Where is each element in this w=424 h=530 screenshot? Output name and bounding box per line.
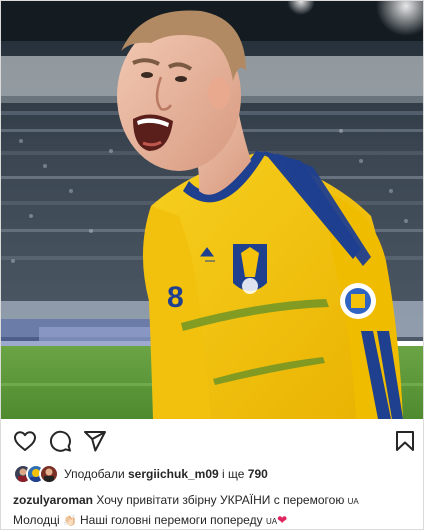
likes-middle: і ще: [218, 467, 248, 481]
share-button[interactable]: [83, 429, 107, 453]
post-photo[interactable]: 8: [1, 1, 423, 419]
like-button[interactable]: [13, 429, 37, 453]
jersey-number: 8: [167, 281, 184, 314]
author-username-link[interactable]: zozulyaroman: [13, 493, 93, 507]
liker-avatars[interactable]: [13, 464, 59, 484]
caption-text: Хочу привітати збірну УКРАЇНИ с перемого…: [93, 493, 348, 507]
save-button[interactable]: [393, 429, 417, 453]
caption-line-1: zozulyaroman Хочу привітати збірну УКРАЇ…: [13, 491, 417, 511]
post-action-bar: [1, 419, 423, 463]
caption-text: Молодці: [13, 513, 63, 527]
likes-row: Уподобали sergiichuk_m09 і ще 790: [13, 463, 268, 485]
likes-prefix: Уподобали: [64, 467, 128, 481]
football-player-photo: 8: [1, 1, 423, 419]
team-crest-icon: [233, 244, 267, 294]
heart-outline-icon: [14, 431, 36, 451]
ukraine-flag-emoji: UA: [347, 497, 359, 506]
red-heart-emoji: ❤: [277, 513, 288, 527]
caption-text: Наші головні перемоги попереду: [76, 513, 266, 527]
bookmark-icon: [396, 431, 414, 451]
post-caption: zozulyaroman Хочу привітати збірну УКРАЇ…: [13, 491, 417, 530]
likes-summary: Уподобали sergiichuk_m09 і ще 790: [64, 467, 268, 481]
clapping-hands-emoji: 👏🏻: [62, 514, 77, 527]
caption-line-2: Молодці 👏🏻 Наші головні перемоги поперед…: [13, 511, 417, 530]
comment-button[interactable]: [48, 429, 72, 453]
comment-bubble-icon: [49, 430, 71, 452]
ukraine-flag-emoji: UA: [265, 517, 278, 526]
avatar: [39, 464, 59, 484]
likes-count-link[interactable]: 790: [248, 467, 268, 481]
instagram-post: 8 Уподобали sergiichuk_m09 і ще 790 zozu…: [0, 0, 424, 530]
paper-plane-icon: [84, 431, 106, 452]
liker-username-link[interactable]: sergiichuk_m09: [128, 467, 219, 481]
